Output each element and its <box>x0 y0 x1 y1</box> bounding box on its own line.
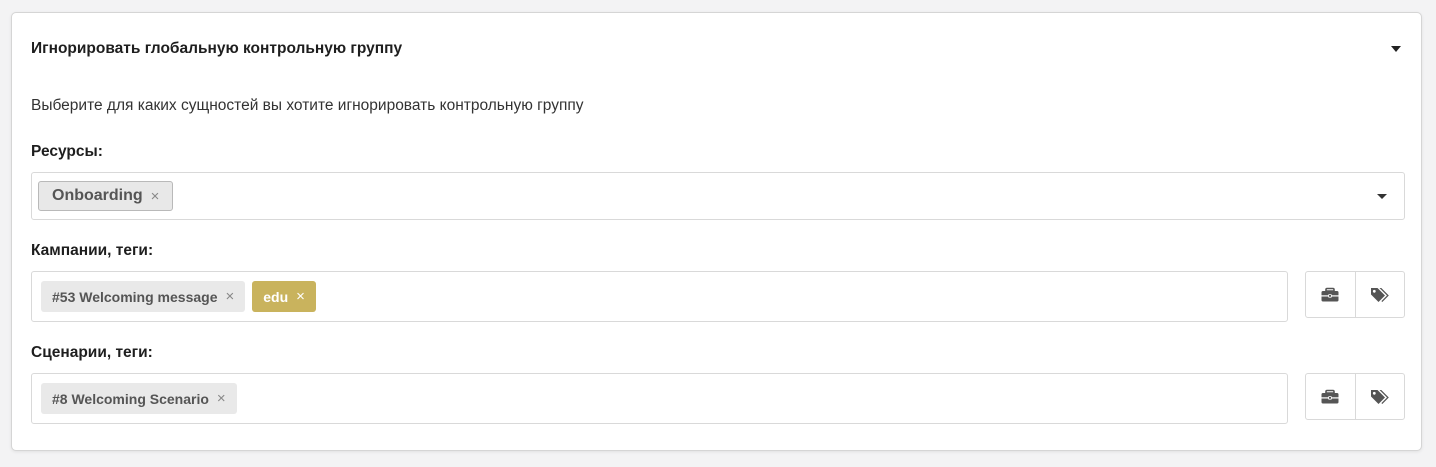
select-tags-button[interactable] <box>1354 272 1405 317</box>
remove-chip-icon[interactable]: × <box>217 390 226 407</box>
collapse-caret-icon[interactable] <box>1391 46 1401 52</box>
select-scenarios-button[interactable] <box>1306 374 1355 419</box>
resources-label: Ресурсы: <box>31 143 103 160</box>
resource-chip-label: Onboarding <box>52 187 143 204</box>
select-scenario-tags-button[interactable] <box>1354 374 1405 419</box>
scenarios-label: Сценарии, теги: <box>31 344 153 361</box>
scenario-chip: #8 Welcoming Scenario × <box>41 383 237 414</box>
tags-icon <box>1370 389 1389 404</box>
section-title: Игнорировать глобальную контрольную груп… <box>31 40 403 57</box>
remove-chip-icon[interactable]: × <box>296 288 305 305</box>
select-campaigns-button[interactable] <box>1306 272 1355 317</box>
remove-chip-icon[interactable]: × <box>225 288 234 305</box>
ignore-control-group-card: Игнорировать глобальную контрольную груп… <box>11 12 1422 451</box>
campaigns-tag-input[interactable]: #53 Welcoming message × edu × <box>31 271 1288 322</box>
select-caret-icon[interactable] <box>1377 194 1387 199</box>
resources-select[interactable]: Onboarding × <box>31 172 1405 220</box>
scenarios-tag-input[interactable]: #8 Welcoming Scenario × <box>31 373 1288 424</box>
tag-chip: edu × <box>252 281 316 312</box>
briefcase-icon <box>1321 287 1339 302</box>
section-description: Выберите для каких сущностей вы хотите и… <box>31 97 584 114</box>
briefcase-icon <box>1321 389 1339 404</box>
scenario-chip-label: #8 Welcoming Scenario <box>52 390 209 407</box>
campaign-chip: #53 Welcoming message × <box>41 281 246 312</box>
tag-chip-label: edu <box>263 288 289 305</box>
tags-icon <box>1370 287 1389 302</box>
card-header[interactable]: Игнорировать глобальную контрольную груп… <box>31 39 1401 59</box>
resource-chip: Onboarding × <box>38 181 174 211</box>
campaigns-button-group <box>1305 271 1405 318</box>
scenarios-button-group <box>1305 373 1405 420</box>
remove-chip-icon[interactable]: × <box>151 188 160 205</box>
campaign-chip-label: #53 Welcoming message <box>52 288 218 305</box>
campaigns-label: Кампании, теги: <box>31 242 154 259</box>
